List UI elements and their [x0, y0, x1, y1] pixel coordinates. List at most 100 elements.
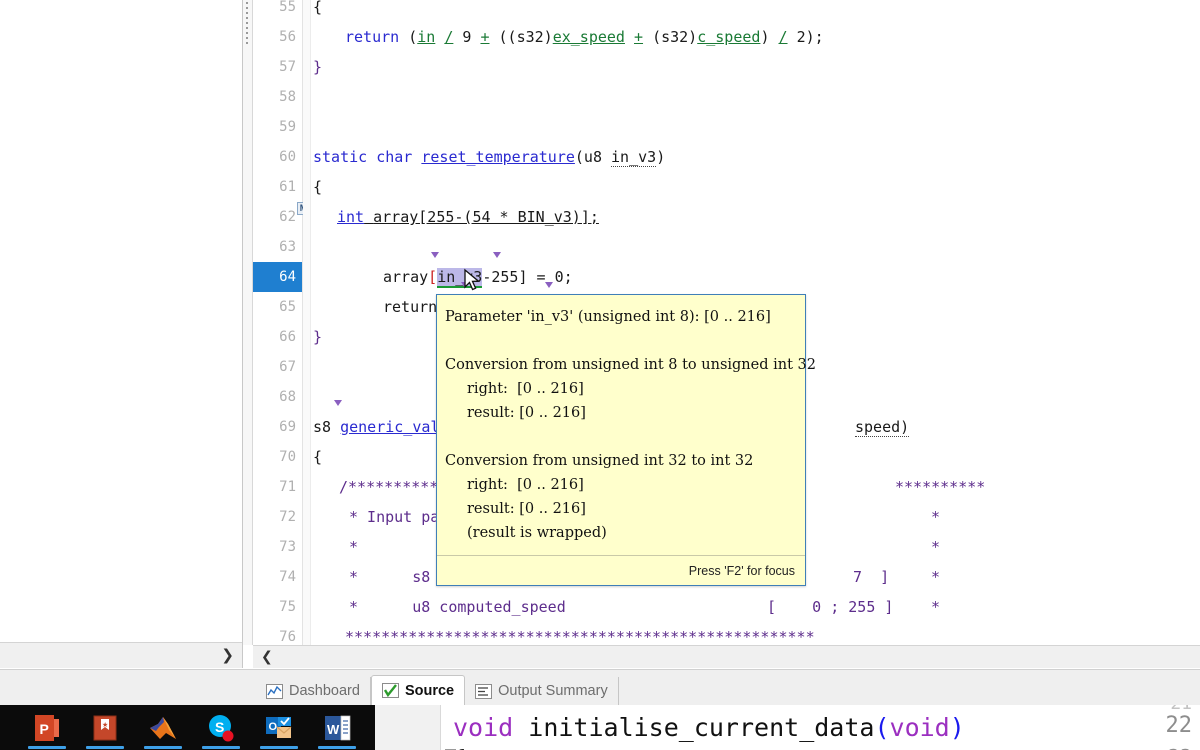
secondary-source-editor[interactable]: 21 22 23 − void initialise_current_data(…	[375, 705, 1200, 750]
secondary-code-line: void initialise_current_data(void)	[453, 713, 965, 742]
svg-text:P: P	[40, 721, 49, 737]
taskbar-skype-button[interactable]: S	[192, 705, 250, 750]
code-line-61: {	[313, 172, 322, 202]
paren-open2: ((	[498, 28, 517, 46]
svg-text:★: ★	[102, 721, 108, 729]
line-number: 62	[279, 209, 296, 225]
comment-range: [ 0 ; 255 ]	[767, 598, 894, 616]
code-line-71: /**********	[339, 472, 438, 502]
tooltip-line: Parameter 'in_v3' (unsigned int 8): [0 .…	[445, 309, 771, 325]
code-line-75: * u8 computed_speed	[349, 592, 566, 622]
tooltip-line: result: [0 .. 216]	[467, 405, 586, 421]
tab-source[interactable]: Source	[370, 675, 466, 705]
line-number: 71	[279, 479, 296, 495]
taskbar-powerpoint-button[interactable]: P	[18, 705, 76, 750]
code-line-74-right: *	[931, 562, 940, 592]
bracket-open-error: [	[428, 268, 438, 286]
code-line-70: {	[313, 442, 322, 472]
tooltip-spacer	[437, 329, 805, 353]
comment-start: /**********	[339, 478, 439, 496]
taskbar-word-button[interactable]: W	[308, 705, 366, 750]
windows-taskbar: P ★ S O W	[0, 705, 375, 750]
tooltip-line: right: [0 .. 216]	[467, 381, 584, 397]
function-name-reset-temperature[interactable]: reset_temperature	[421, 148, 575, 166]
tooltip-line: result: [0 .. 216]	[467, 501, 586, 517]
op-divide: /	[444, 28, 454, 46]
vertical-splitter[interactable]	[243, 0, 253, 645]
line-number: 58	[279, 89, 296, 105]
line-number: 56	[279, 29, 296, 45]
line-number: 76	[279, 629, 296, 645]
splitter-grip-icon[interactable]	[246, 2, 249, 44]
taskbar-active-indicator	[86, 746, 124, 749]
source-code-editor[interactable]: 55 56 57 58 59 60 61 62 63 64 65 66 67 6…	[253, 0, 1200, 645]
var-c-speed: c_speed	[697, 28, 761, 46]
line-number: 57	[279, 59, 296, 75]
line-number: 70	[279, 449, 296, 465]
code-line-75-right: *	[931, 592, 940, 622]
param-in-v3[interactable]: in_v3	[611, 148, 657, 167]
chevron-left-icon[interactable]: ❮	[261, 650, 273, 664]
code-line-71-right: **********	[895, 472, 985, 502]
code-line-74: * s8	[349, 562, 430, 592]
code-line-76: ****************************************…	[345, 622, 815, 645]
paren-close: )	[760, 28, 770, 46]
code-line-62: int array[255-(54 * BIN_v3)];	[337, 202, 599, 232]
line-number: 75	[279, 599, 296, 615]
op-divide2: /	[778, 28, 788, 46]
comment-star: *	[931, 538, 941, 556]
mouse-cursor-icon	[464, 268, 481, 291]
secondary-line-number: 23	[1168, 745, 1192, 750]
left-results-panel: ❯	[0, 0, 243, 668]
paren: (	[408, 28, 418, 46]
bottom-tab-bar: Dashboard Source Output Summary	[0, 669, 1200, 705]
left-panel-scrollbar[interactable]: ❯	[0, 642, 242, 668]
code-line-73-right: *	[931, 532, 940, 562]
secondary-line-gutter	[375, 705, 441, 750]
brace-token: }	[313, 58, 323, 76]
tab-output-summary[interactable]: Output Summary	[465, 677, 619, 705]
function-name-generic-valid[interactable]: generic_vali	[340, 418, 448, 436]
comment-star: *	[349, 538, 359, 556]
comment-input-parameters: * Input pa	[349, 508, 440, 526]
tab-label: Source	[404, 682, 455, 699]
chevron-right-icon[interactable]: ❯	[221, 648, 234, 663]
line-number: 73	[279, 539, 296, 555]
line-number: 69	[279, 419, 296, 435]
array-declaration: array[255-(54 * BIN_v3)];	[373, 208, 599, 226]
svg-text:O: O	[269, 721, 278, 733]
code-line-66: }	[313, 322, 322, 352]
code-line-60: static char reset_temperature(u8 in_v3)	[313, 142, 665, 172]
code-line-72: * Input pa	[349, 502, 439, 532]
brace-token: {	[313, 178, 323, 196]
param-speed-tail: speed)	[855, 418, 910, 437]
tooltip-line: Conversion from unsigned int 32 to int 3…	[445, 453, 754, 469]
line-number: 66	[279, 329, 296, 345]
return-type-s8: s8	[313, 418, 341, 436]
tooltip-line: (result is wrapped)	[467, 525, 607, 541]
keyword-static: static	[313, 148, 368, 166]
line-number: 61	[279, 179, 296, 195]
cast-s32-b: (s32)	[652, 28, 698, 46]
line-end: );	[805, 28, 824, 46]
taskbar-matlab-button[interactable]	[134, 705, 192, 750]
word-icon: W	[325, 715, 351, 740]
editor-horizontal-scrollbar[interactable]: ❮	[253, 645, 1200, 668]
keyword-char: char	[376, 148, 413, 166]
brace-token: }	[313, 328, 323, 346]
taskbar-bookmark-button[interactable]: ★	[76, 705, 134, 750]
taskbar-outlook-button[interactable]: O	[250, 705, 308, 750]
code-line-69: s8 generic_vali	[313, 412, 448, 442]
svg-text:W: W	[327, 722, 340, 737]
tooltip-line: right: [0 .. 216]	[467, 477, 584, 493]
comment-star: *	[931, 508, 941, 526]
op-plus: +	[480, 28, 490, 46]
chart-line-icon	[266, 683, 283, 699]
svg-text:S: S	[215, 719, 224, 735]
line-number: 60	[279, 149, 296, 165]
line-number-gutter: 55 56 57 58 59 60 61 62 63 64 65 66 67 6…	[253, 0, 310, 645]
check-mark-icon	[381, 683, 399, 698]
bookmark-star-icon: ★	[93, 715, 117, 740]
tab-dashboard[interactable]: Dashboard	[256, 677, 371, 705]
line-number: 72	[279, 509, 296, 525]
